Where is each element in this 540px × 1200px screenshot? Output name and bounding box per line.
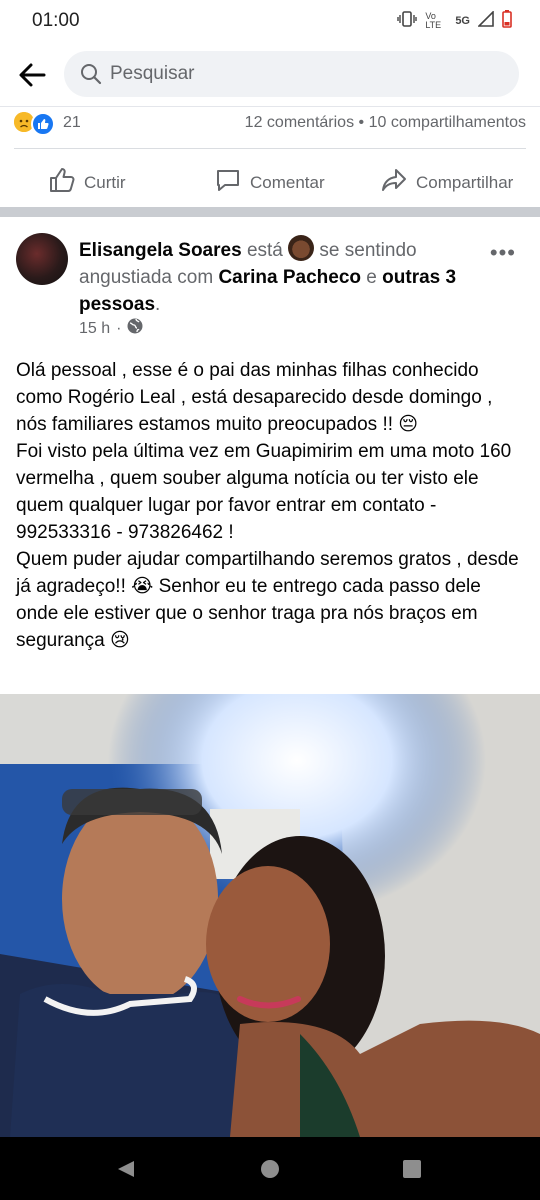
status-bar: 01:00 Vo LTE 5G xyxy=(0,0,540,40)
reaction-icons xyxy=(14,112,55,136)
more-options-icon[interactable]: ••• xyxy=(490,240,516,266)
network-label: 5G xyxy=(455,14,470,27)
divider xyxy=(0,106,540,107)
is-text: está xyxy=(246,240,283,261)
battery-icon xyxy=(502,10,512,31)
period: . xyxy=(155,294,161,315)
post-body-text: Olá pessoal , esse é o pai das minhas fi… xyxy=(16,360,519,651)
comments-count[interactable]: 12 comentários xyxy=(245,114,354,131)
post-header: Elisangela Soares está se sentindo angus… xyxy=(79,235,479,318)
like-reaction-icon xyxy=(31,112,55,136)
and-text: e xyxy=(366,267,377,288)
search-bar-row: Pesquisar xyxy=(0,45,540,105)
search-placeholder: Pesquisar xyxy=(110,63,195,84)
post-time[interactable]: 15 h xyxy=(79,320,110,338)
post-actions: Curtir Comentar Compartilhar xyxy=(0,158,540,200)
nav-recents-icon[interactable] xyxy=(402,1159,422,1184)
search-input[interactable]: Pesquisar xyxy=(64,51,519,97)
meta-dot: · xyxy=(116,319,122,337)
like-button[interactable]: Curtir xyxy=(48,166,126,199)
comment-bubble-icon xyxy=(214,166,242,199)
like-label: Curtir xyxy=(84,172,126,192)
reactions-summary[interactable]: 21 12 comentários • 10 compartilhamentos xyxy=(14,110,526,138)
post-separator xyxy=(0,207,540,217)
signal-icon xyxy=(477,10,494,30)
share-arrow-icon xyxy=(380,166,408,199)
volte-label: Vo LTE xyxy=(425,10,442,30)
android-nav-bar xyxy=(0,1137,540,1200)
reaction-count: 21 xyxy=(63,114,81,131)
globe-icon xyxy=(127,318,143,339)
thumbs-up-icon xyxy=(48,166,76,199)
divider xyxy=(14,148,526,149)
share-label: Compartilhar xyxy=(416,172,514,192)
back-arrow-icon[interactable] xyxy=(14,57,50,93)
nav-home-icon[interactable] xyxy=(260,1159,280,1184)
search-icon xyxy=(80,63,102,85)
feeling-avatar-icon xyxy=(288,235,315,261)
tagged-person[interactable]: Carina Pacheco xyxy=(218,267,361,288)
vibrate-icon xyxy=(397,11,418,30)
separator-dot: • xyxy=(358,114,365,131)
author-avatar[interactable] xyxy=(16,233,68,285)
post-photo[interactable] xyxy=(0,694,540,1137)
status-icons: Vo LTE 5G xyxy=(397,10,512,31)
comment-button[interactable]: Comentar xyxy=(214,166,325,199)
nav-back-icon[interactable] xyxy=(116,1159,136,1184)
shares-count[interactable]: 10 compartilhamentos xyxy=(369,114,526,131)
comment-label: Comentar xyxy=(250,172,325,192)
status-time: 01:00 xyxy=(32,10,80,31)
post-meta: 15 h · xyxy=(79,318,143,339)
author-name[interactable]: Elisangela Soares xyxy=(79,240,242,261)
photo-illustration xyxy=(0,694,540,1137)
comments-shares[interactable]: 12 comentários • 10 compartilhamentos xyxy=(245,114,526,132)
share-button[interactable]: Compartilhar xyxy=(380,166,513,199)
